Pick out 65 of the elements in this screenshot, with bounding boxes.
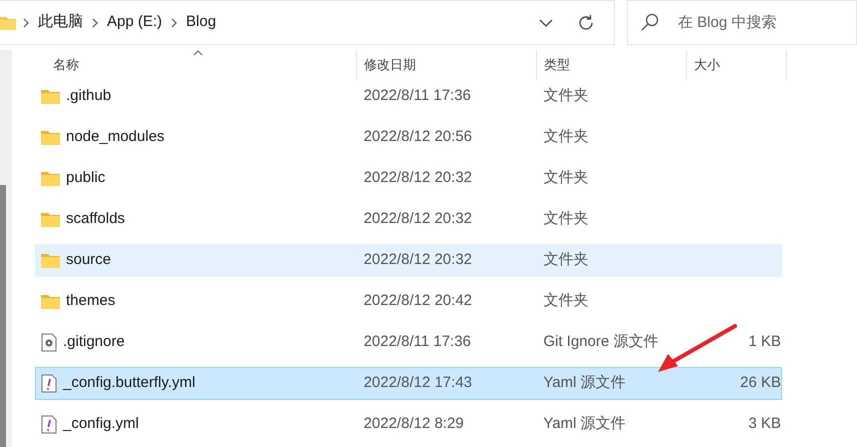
file-row[interactable]: .gitignore 2022/8/11 17:36 Git Ignore 源文件 1 KB	[35, 326, 782, 359]
modified-date: 2022/8/11 17:36	[364, 87, 471, 104]
folder-icon	[41, 253, 60, 268]
file-type: 文件夹	[543, 128, 588, 146]
file-type: 文件夹	[543, 210, 588, 228]
modified-date: 2022/8/12 17:43	[364, 374, 472, 392]
modified-date: 2022/8/12 20:56	[364, 128, 472, 146]
modified-date: 2022/8/12 8:29	[364, 415, 464, 432]
column-header[interactable]: 大小	[687, 50, 787, 80]
exclamation-file-icon	[41, 415, 57, 434]
column-header[interactable]: 修改日期	[357, 50, 537, 80]
folder-icon	[41, 89, 60, 104]
modified-date: 2022/8/11 17:36	[364, 333, 471, 350]
file-row[interactable]: _config.butterfly.yml 2022/8/12 17:43 Yaml 源文件 26 KB	[35, 367, 782, 400]
chevron-icon	[92, 18, 98, 28]
file-name: source	[66, 250, 112, 270]
file-name: public	[66, 168, 106, 188]
column-header[interactable]: 类型	[537, 50, 687, 80]
chevron-icon	[171, 18, 178, 28]
file-row[interactable]: scaffolds 2022/8/12 20:32 文件夹	[35, 203, 782, 236]
folder-icon	[41, 130, 60, 145]
modified-date: 2022/8/12 20:32	[364, 169, 472, 186]
file-row[interactable]: public 2022/8/12 20:32 文件夹	[35, 162, 782, 195]
file-name: .github	[66, 86, 112, 106]
file-row[interactable]: source 2022/8/12 20:32 文件夹	[35, 244, 782, 277]
file-row[interactable]: _config.yml 2022/8/12 8:29 Yaml 源文件 3 KB	[35, 408, 782, 441]
modified-date: 2022/8/12 20:42	[364, 292, 472, 310]
modified-date: 2022/8/12 20:32	[364, 210, 472, 228]
scrollbar-thumb[interactable]	[0, 185, 6, 447]
file-size: 26 KB	[740, 374, 781, 392]
refresh-icon	[577, 14, 595, 32]
file-row[interactable]: node_modules 2022/8/12 20:56 文件夹	[35, 121, 782, 154]
exclamation-file-icon	[41, 374, 57, 393]
file-type: Yaml 源文件	[543, 374, 626, 392]
file-type: Yaml 源文件	[543, 415, 626, 432]
file-type: 文件夹	[543, 169, 588, 186]
breadcrumb-item[interactable]: 此电脑	[36, 11, 85, 34]
dropdown-icon	[539, 18, 553, 26]
file-row[interactable]: themes 2022/8/12 20:42 文件夹	[35, 285, 782, 318]
chevron-icon	[23, 18, 29, 28]
file-name: scaffolds	[66, 209, 125, 230]
search-field[interactable]: 在 Blog 中搜索	[627, 0, 857, 45]
gear-file-icon	[41, 333, 57, 352]
folder-icon	[41, 171, 60, 186]
sort-icon	[193, 50, 203, 56]
folder-icon	[41, 294, 60, 309]
folder-icon	[41, 212, 60, 227]
file-name: .gitignore	[63, 332, 125, 352]
file-type: Git Ignore 源文件	[543, 333, 658, 350]
breadcrumb-item[interactable]: Blog	[184, 11, 218, 34]
file-type: 文件夹	[543, 292, 588, 310]
file-size: 1 KB	[748, 333, 781, 350]
search-icon	[641, 13, 659, 31]
modified-date: 2022/8/12 20:32	[364, 251, 472, 268]
file-row[interactable]: .github 2022/8/11 17:36 文件夹	[35, 80, 782, 113]
folder-icon	[0, 16, 16, 30]
column-header[interactable]: 名称	[35, 50, 357, 80]
file-size: 3 KB	[748, 415, 781, 432]
file-name: node_modules	[66, 127, 164, 148]
file-name: _config.butterfly.yml	[63, 373, 196, 394]
file-name: themes	[66, 291, 116, 312]
file-type: 文件夹	[543, 251, 588, 268]
breadcrumb-item[interactable]: App (E:)	[105, 11, 164, 34]
file-name: _config.yml	[63, 414, 139, 434]
file-type: 文件夹	[543, 87, 588, 104]
